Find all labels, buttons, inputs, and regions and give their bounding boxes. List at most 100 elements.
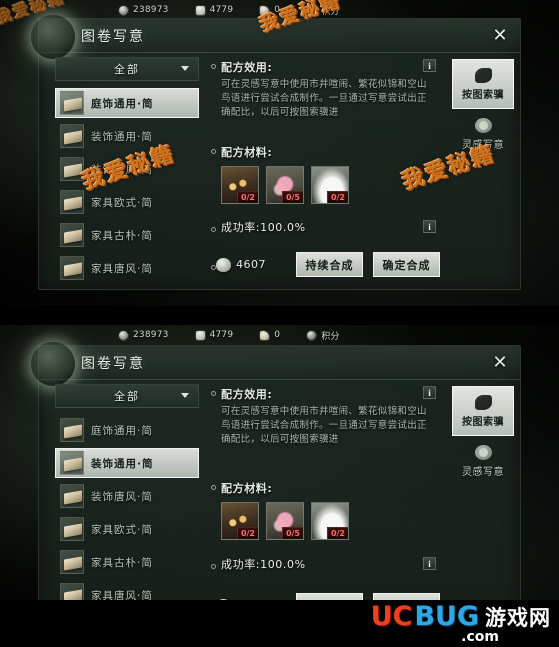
scroll-thumb-icon [60,157,84,181]
effect-section-header: 配方效用: [211,59,440,75]
top-status-bar: 238973 4779 0 积分 [0,325,559,345]
top-status-bar: 238973 4779 0 积分 [0,0,559,20]
list-item[interactable]: 家具欧式·简 [55,514,199,544]
material-quantity: 0/5 [281,527,303,539]
bullet-icon [211,64,216,69]
scroll-icon [474,394,492,410]
recipe-list-column: 全部 庭饰通用·简 装饰通用·简 装饰唐风·简 家具欧式·简 家具古朴·简 家具… [55,57,199,281]
list-item[interactable]: 庭饰通用·简 [55,88,199,118]
tab-label: 灵感写意 [462,466,504,478]
list-item-label: 装饰唐风·简 [91,163,153,176]
material-quantity: 0/5 [281,191,303,203]
close-icon[interactable]: ✕ [488,351,512,375]
coin-value: 238973 [133,5,169,15]
success-rate-text: 成功率:100.0% [221,558,306,571]
tab-label: 按图索骥 [462,89,504,101]
effect-description: 可在灵感写意中使用市井喧闹、繁花似锦和空山鸟语进行尝试合成制作。一旦通过写意尝试… [221,79,427,118]
list-item[interactable]: 装饰通用·简 [55,121,199,151]
materials-section-header: 配方材料: [211,144,349,160]
coin-value: 238973 [133,330,169,340]
category-filter-label: 全部 [114,390,140,403]
success-rate-text: 成功率:100.0% [221,221,306,234]
list-item[interactable]: 装饰唐风·简 [55,154,199,184]
currency-points[interactable]: 积分 [306,4,339,17]
list-item[interactable]: 家具古朴·简 [55,547,199,577]
materials-block: 配方材料: 0/2 0/5 0/2 [211,480,349,540]
dialog-header: 图卷写意 ✕ [31,342,520,386]
continuous-craft-button[interactable]: 持续合成 [296,252,363,277]
scroll-thumb-icon [60,223,84,247]
effect-section-header: 配方效用: [211,386,440,402]
footer-bar: UC BUG 游戏网 .com [0,600,559,647]
material-slot[interactable]: 0/5 [266,502,304,540]
tab-anTuSuoJi[interactable]: 按图索骥 [452,59,514,109]
bullet-icon [211,227,216,232]
recipe-detail-column: 配方效用: i 可在灵感写意中使用市井喧闹、繁花似锦和空山鸟语进行尝试合成制作。… [211,59,440,283]
list-item-label: 家具古朴·简 [91,229,153,242]
currency-horn[interactable]: 0 [259,329,280,341]
tab-label: 灵感写意 [462,139,504,151]
cost-coin-icon [216,257,231,272]
material-slots: 0/2 0/5 0/2 [221,166,349,204]
confirm-craft-button[interactable]: 确定合成 [373,252,440,277]
currency-silver[interactable]: 4779 [194,4,234,16]
recipe-detail-column: 配方效用: i 可在灵感写意中使用市井喧闹、繁花似锦和空山鸟语进行尝试合成制作。… [211,386,440,624]
material-slot[interactable]: 0/2 [311,166,349,204]
success-rate-row: 成功率:100.0% i [211,219,440,235]
bullet-icon [211,391,216,396]
list-item-label: 家具古朴·简 [91,556,153,569]
effect-info-button[interactable]: i [423,386,436,399]
material-slot[interactable]: 0/2 [221,502,259,540]
materials-section-header: 配方材料: [211,480,349,496]
list-item[interactable]: 家具古朴·简 [55,220,199,250]
list-item-label: 庭饰通用·简 [91,424,153,437]
close-icon[interactable]: ✕ [488,24,512,48]
tab-lingGanXieYi[interactable]: 灵感写意 [452,436,514,486]
scroll-thumb-icon [60,418,84,442]
material-quantity: 0/2 [326,191,348,203]
currency-silver[interactable]: 4779 [194,329,234,341]
currency-coin[interactable]: 238973 [118,329,169,341]
currency-points[interactable]: 积分 [306,329,339,342]
list-item[interactable]: 装饰通用·简 [55,448,199,478]
action-row: 4607 持续合成 确定合成 [211,252,440,277]
silver-value: 4779 [209,5,234,15]
list-item-label: 家具欧式·简 [91,523,153,536]
list-item[interactable]: 家具欧式·简 [55,187,199,217]
success-rate-row: 成功率:100.0% i [211,556,440,572]
horn-value: 0 [274,5,281,15]
material-slot[interactable]: 0/2 [311,502,349,540]
material-slot[interactable]: 0/2 [221,166,259,204]
recipe-list: 庭饰通用·简 装饰通用·简 装饰唐风·简 家具欧式·简 家具古朴·简 家具唐风·… [55,415,199,610]
effect-title: 配方效用: [221,61,273,74]
page-title: 图卷写意 [81,356,145,372]
tab-anTuSuoJi[interactable]: 按图索骥 [452,386,514,436]
category-filter-dropdown[interactable]: 全部 [55,57,199,81]
ucbug-logo-line1: UC BUG 游戏网 [371,603,551,632]
game-screenshot-top: 238973 4779 0 积分 图卷写意 ✕ 全部 庭饰通用·简 装饰通用·简… [0,0,559,310]
scroll-thumb-icon [60,550,84,574]
ucbug-cn-text: 游戏网 [485,606,551,630]
right-tab-bar: 按图索骥 灵感写意 [452,386,514,486]
list-item[interactable]: 庭饰通用·简 [55,415,199,445]
category-filter-dropdown[interactable]: 全部 [55,384,199,408]
scroll-icon [474,67,492,83]
success-rate-info-button[interactable]: i [423,557,436,570]
bullet-icon [211,149,216,154]
list-item[interactable]: 家具唐风·简 [55,253,199,283]
currency-horn[interactable]: 0 [259,4,281,16]
currency-coin[interactable]: 238973 [118,4,169,16]
material-quantity: 0/2 [236,527,258,539]
tab-label: 按图索骥 [462,416,504,428]
tujuan-xieyi-dialog: 图卷写意 ✕ 全部 庭饰通用·简 装饰通用·简 装饰唐风·简 家具欧式·简 家具… [31,342,521,631]
material-slot[interactable]: 0/5 [266,166,304,204]
tab-lingGanXieYi[interactable]: 灵感写意 [452,109,514,159]
scroll-thumb-icon [60,124,84,148]
page-title: 图卷写意 [81,29,145,45]
points-icon [306,4,318,16]
points-label: 积分 [321,6,340,17]
list-item[interactable]: 装饰唐风·简 [55,481,199,511]
inspiration-icon [474,117,492,133]
effect-info-button[interactable]: i [423,59,436,72]
success-rate-info-button[interactable]: i [423,220,436,233]
